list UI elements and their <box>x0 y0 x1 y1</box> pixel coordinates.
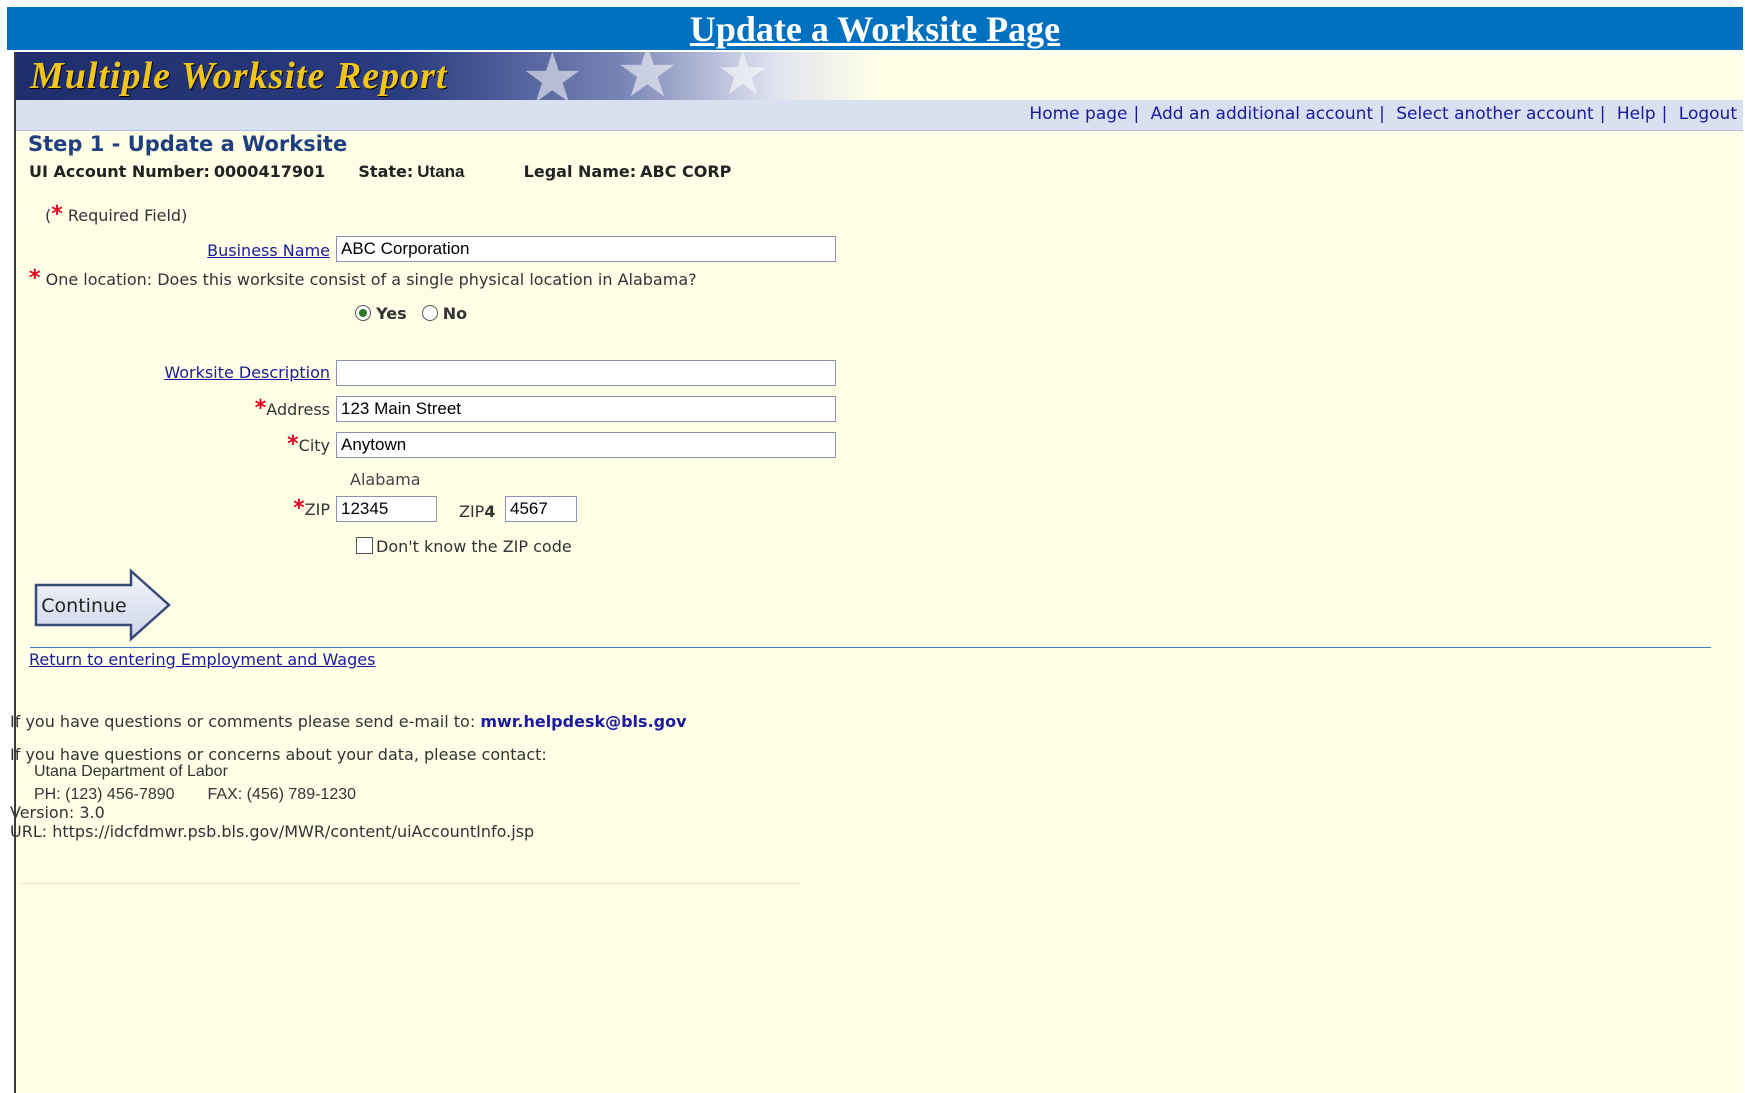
nav-links: Home page | Add an additional account | Se… <box>1029 104 1737 124</box>
nav-add-account-link[interactable]: Add an additional account <box>1151 104 1373 124</box>
radio-no[interactable] <box>421 305 438 321</box>
radio-yes[interactable] <box>355 305 371 321</box>
zip4-input[interactable] <box>505 496 577 522</box>
footer-email-line: If you have questions or comments please… <box>10 712 687 731</box>
nav-separator: | <box>1599 104 1606 124</box>
worksite-description-label[interactable]: Worksite Description <box>164 363 330 382</box>
required-star-icon: * <box>29 266 41 291</box>
legal-name-value: ABC CORP <box>640 162 732 181</box>
one-location-question: * One location: Does this worksite consi… <box>29 266 697 291</box>
continue-label: Continue <box>41 595 126 617</box>
zip-input[interactable] <box>336 496 437 522</box>
business-name-label[interactable]: Business Name <box>207 241 330 260</box>
helpdesk-email-link[interactable]: mwr.helpdesk@bls.gov <box>480 712 686 731</box>
top-nav-bar: Home page | Add an additional account | Se… <box>16 100 1743 131</box>
return-to-employment-link[interactable]: Return to entering Employment and Wages <box>29 650 375 669</box>
address-input[interactable] <box>336 396 836 422</box>
nav-home-link[interactable]: Home page <box>1029 104 1127 124</box>
fax-number: (456) 789-1230 <box>246 786 357 803</box>
footer-faint-divider <box>20 883 800 884</box>
banner-star-icon: ★ <box>716 52 770 100</box>
ui-account-label: UI Account Number: <box>29 162 210 181</box>
footer-phone-fax: PH: (123) 456-7890 FAX: (456) 789-1230 <box>34 786 357 803</box>
nav-separator: | <box>1379 104 1385 124</box>
worksite-description-input[interactable] <box>336 360 836 386</box>
nav-select-account-link[interactable]: Select another account <box>1396 104 1593 124</box>
nav-separator: | <box>1661 104 1668 124</box>
dont-know-zip-label: Don't know the ZIP code <box>376 537 572 556</box>
nav-help-link[interactable]: Help <box>1617 104 1656 124</box>
address-label: *Address <box>254 396 330 421</box>
required-star-icon: * <box>287 432 299 457</box>
dont-know-zip-checkbox[interactable] <box>356 537 373 554</box>
step-title: Step 1 - Update a Worksite <box>28 132 348 156</box>
city-label: *City <box>287 432 330 457</box>
city-input[interactable] <box>336 432 836 458</box>
app-frame: ★ ★ ★ Multiple Worksite Report Home page… <box>14 52 1743 1093</box>
required-star-icon: * <box>254 396 267 421</box>
account-info: UI Account Number: 0000417901 State: Utana… <box>29 162 731 182</box>
app-brand-logo: Multiple Worksite Report <box>30 55 448 97</box>
continue-button[interactable]: Continue <box>33 567 173 647</box>
nav-logout-link[interactable]: Logout <box>1679 104 1737 124</box>
one-location-radio-group: Yes No <box>355 304 467 323</box>
required-star-icon: * <box>293 496 305 521</box>
zip4-label: ZIP4 <box>459 502 496 521</box>
radio-no-label: No <box>442 304 468 323</box>
banner-star-icon: ★ <box>521 52 584 100</box>
ui-account-number: 0000417901 <box>213 162 326 181</box>
footer-dept: Utana Department of Labor <box>34 763 228 780</box>
required-field-note: (* Required Field) <box>45 202 188 227</box>
phone-number: (123) 456-7890 <box>65 786 175 803</box>
footer-contact-prompt: If you have questions or concerns about … <box>10 745 547 764</box>
state-label: State: <box>358 162 414 181</box>
banner-star-icon: ★ <box>616 52 679 100</box>
footer-divider <box>30 647 1711 648</box>
legal-name-label: Legal Name: <box>523 162 637 181</box>
footer-version: Version: 3.0 <box>10 803 105 822</box>
nav-separator: | <box>1133 104 1140 124</box>
page-title: Update a Worksite Page <box>7 7 1743 50</box>
app-banner: ★ ★ ★ Multiple Worksite Report <box>16 52 876 100</box>
state-display: Alabama <box>350 470 421 489</box>
required-star-icon: * <box>51 202 63 227</box>
business-name-input[interactable] <box>336 236 836 262</box>
dont-know-zip-row: Don't know the ZIP code <box>356 537 572 556</box>
state-value: Utana <box>417 162 465 181</box>
footer-url: URL: https://idcfdmwr.psb.bls.gov/MWR/co… <box>10 822 535 841</box>
zip-label: *ZIP <box>293 496 330 521</box>
radio-yes-label: Yes <box>376 304 407 323</box>
continue-arrow-icon: Continue <box>34 568 171 642</box>
